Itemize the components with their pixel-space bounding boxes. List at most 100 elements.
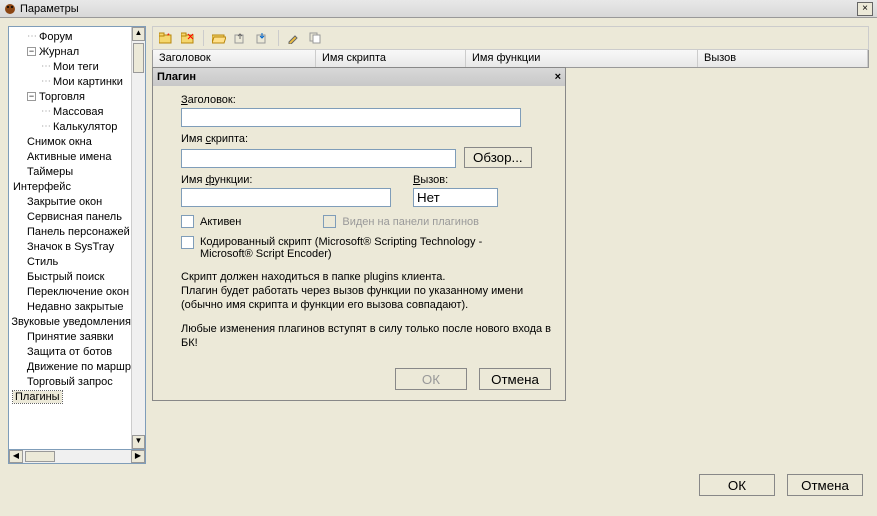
tree-item[interactable]: Быстрый поиск (9, 269, 131, 284)
col-header-title[interactable]: Заголовок (153, 50, 316, 67)
window-close-button[interactable]: × (857, 2, 873, 16)
scroll-track[interactable] (132, 41, 145, 435)
svg-text:*: * (167, 33, 170, 40)
tree-item[interactable]: Движение по маршр (9, 359, 131, 374)
tree-vscroll[interactable]: ▲ ▼ (131, 27, 145, 449)
tree-item[interactable]: ⋯Массовая (9, 104, 131, 119)
tree-item[interactable]: Сервисная панель (9, 209, 131, 224)
app-icon (4, 3, 16, 15)
tree-item[interactable]: Активные имена (9, 149, 131, 164)
call-input[interactable] (413, 188, 498, 207)
col-header-call[interactable]: Вызов (698, 50, 868, 67)
tree-item[interactable]: ⋯Форум (9, 29, 131, 44)
plugin-dialog-title: Плагин (157, 71, 555, 83)
tree-item-label: Защита от ботов (27, 346, 112, 358)
tree-item-label: Калькулятор (53, 121, 117, 133)
header-input[interactable] (181, 108, 521, 127)
tree-item[interactable]: Принятие заявки (9, 329, 131, 344)
call-label: Вызов: (413, 174, 498, 186)
copy-icon[interactable] (307, 29, 325, 47)
tree-item[interactable]: Значок в SysTray (9, 239, 131, 254)
scroll-up-button[interactable]: ▲ (132, 27, 145, 41)
tree-item-label: Движение по маршр (27, 361, 131, 373)
window-titlebar: Параметры × (0, 0, 877, 18)
hscroll-thumb[interactable] (25, 451, 55, 462)
tree-item[interactable]: Закрытие окон (9, 194, 131, 209)
tree-item[interactable]: Плагины (9, 389, 131, 404)
scroll-thumb[interactable] (133, 43, 144, 73)
tree-dots-icon: ⋯ (41, 61, 51, 72)
new-folder-icon[interactable]: * (157, 29, 175, 47)
tree-item-label: Массовая (53, 106, 103, 118)
help-text-2: Любые изменения плагинов вступят в силу … (181, 322, 551, 350)
tree-panel: ⋯Форум−Журнал⋯Мои теги⋯Мои картинки−Торг… (8, 26, 146, 464)
tree-hscroll[interactable]: ◀ ▶ (8, 450, 146, 464)
tree-item-label: Торговля (39, 91, 85, 103)
scroll-down-button[interactable]: ▼ (132, 435, 145, 449)
toolbar: * (152, 26, 869, 50)
tree-item[interactable]: Звуковые уведомления (9, 314, 131, 329)
tree-item[interactable]: Таймеры (9, 164, 131, 179)
tree-item[interactable]: Торговый запрос (9, 374, 131, 389)
tree-item[interactable]: Панель персонажей (9, 224, 131, 239)
tree-item[interactable]: −Торговля (9, 89, 131, 104)
scroll-left-button[interactable]: ◀ (9, 450, 23, 463)
col-header-script[interactable]: Имя скрипта (316, 50, 466, 67)
tree-item-label: Форум (39, 31, 72, 43)
tree-item[interactable]: ⋯Мои теги (9, 59, 131, 74)
tree-dots-icon: ⋯ (27, 31, 37, 42)
plugin-close-button[interactable]: × (555, 71, 561, 83)
tree-item[interactable]: Интерфейс (9, 179, 131, 194)
dialog-ok-button[interactable]: ОК (395, 368, 467, 390)
toolbar-separator (278, 30, 279, 46)
tree-item[interactable]: ⋯Калькулятор (9, 119, 131, 134)
tree-item[interactable]: Стиль (9, 254, 131, 269)
main-ok-button[interactable]: ОК (699, 474, 775, 496)
encoded-label: Кодированный скрипт (Microsoft® Scriptin… (200, 236, 510, 260)
tree-item[interactable]: Защита от ботов (9, 344, 131, 359)
tree-item-label: Журнал (39, 46, 79, 58)
plugin-body: Заголовок: Имя скрипта: Обзор... Имя фун… (153, 86, 565, 400)
window-title: Параметры (20, 3, 857, 15)
tree-item-label: Принятие заявки (27, 331, 113, 343)
delete-folder-icon[interactable] (179, 29, 197, 47)
func-input[interactable] (181, 188, 391, 207)
bottom-buttons: ОК Отмена (0, 464, 877, 506)
scroll-right-button[interactable]: ▶ (131, 450, 145, 463)
hscroll-track[interactable] (23, 450, 131, 463)
tree-item[interactable]: −Журнал (9, 44, 131, 59)
col-header-function[interactable]: Имя функции (466, 50, 698, 67)
plugin-dialog: Плагин × Заголовок: Имя скрипта: Обзор..… (152, 67, 566, 401)
tree-expander[interactable]: − (27, 47, 36, 56)
browse-button[interactable]: Обзор... (464, 147, 532, 168)
tree-item-label: Мои теги (53, 61, 99, 73)
plugin-titlebar: Плагин × (153, 68, 565, 86)
script-input[interactable] (181, 149, 456, 168)
tree-item-label: Таймеры (27, 166, 73, 178)
tree-item-label: Переключение окон (27, 286, 129, 298)
script-label: Имя скрипта: (181, 133, 551, 145)
export-icon[interactable] (232, 29, 250, 47)
tree-item-label: Панель персонажей (27, 226, 130, 238)
tree-item[interactable]: Снимок окна (9, 134, 131, 149)
main-area: ⋯Форум−Журнал⋯Мои теги⋯Мои картинки−Торг… (0, 18, 877, 464)
tree-item[interactable]: Переключение окон (9, 284, 131, 299)
header-label: Заголовок: (181, 94, 551, 106)
tree-item[interactable]: Недавно закрытые (9, 299, 131, 314)
import-icon[interactable] (254, 29, 272, 47)
active-checkbox[interactable] (181, 215, 194, 228)
encoded-checkbox[interactable] (181, 236, 194, 249)
tree-item-label: Стиль (27, 256, 58, 268)
tree-item-label: Быстрый поиск (27, 271, 104, 283)
edit-icon[interactable] (285, 29, 303, 47)
tree-expander[interactable]: − (27, 92, 36, 101)
tree-dots-icon: ⋯ (41, 76, 51, 87)
main-cancel-button[interactable]: Отмена (787, 474, 863, 496)
open-folder-icon[interactable] (210, 29, 228, 47)
dialog-cancel-button[interactable]: Отмена (479, 368, 551, 390)
tree-item-label: Звуковые уведомления (11, 316, 131, 328)
tree-item-label: Значок в SysTray (27, 241, 114, 253)
tree-item-label: Интерфейс (13, 181, 71, 193)
tree-box: ⋯Форум−Журнал⋯Мои теги⋯Мои картинки−Торг… (8, 26, 146, 450)
tree-item[interactable]: ⋯Мои картинки (9, 74, 131, 89)
